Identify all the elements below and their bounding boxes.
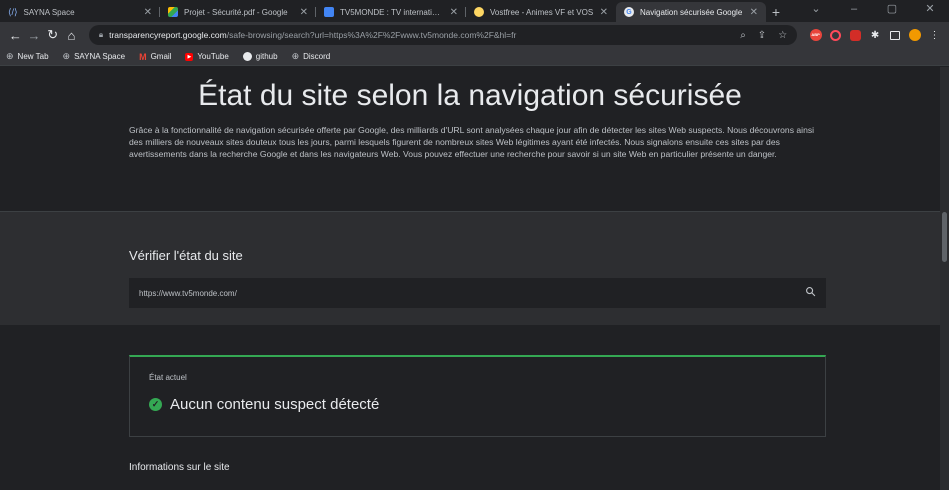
reload-button[interactable]: ↻: [43, 25, 62, 45]
share-icon[interactable]: ⇪: [758, 30, 766, 41]
google-icon: G: [624, 7, 634, 17]
tab-strip: ⟨/⟩ SAYNA Space ✕ Projet - Sécurité.pdf …: [0, 0, 949, 22]
bookmark-new-tab[interactable]: ⊕ New Tab: [6, 51, 49, 62]
address-bar[interactable]: 🔒︎ transparencyreport.google.com /safe-b…: [88, 25, 798, 45]
bookmark-discord[interactable]: ⊕ Discord: [292, 51, 331, 62]
verify-heading: Vérifier l'état du site: [129, 248, 243, 263]
bookmark-label: SAYNA Space: [74, 52, 126, 61]
profile-avatar[interactable]: [906, 26, 923, 44]
menu-button[interactable]: ⋮: [926, 26, 943, 44]
adblock-extension-button[interactable]: ABP: [807, 26, 824, 44]
puzzle-icon: ✱: [870, 29, 880, 41]
zoom-icon[interactable]: ⌕: [740, 30, 746, 41]
bookmark-label: github: [255, 52, 278, 61]
opera-extension-button[interactable]: [827, 26, 844, 44]
tab-title: TV5MONDE : TV internationa: [340, 7, 444, 17]
lock-icon[interactable]: 🔒︎: [99, 30, 103, 40]
tv5monde-icon: [324, 7, 334, 17]
window-controls: ⌄ – ▢ ✕: [797, 0, 949, 20]
bookmark-label: Discord: [303, 52, 331, 61]
omnibox-actions: ⌕ ⇪ ☆: [740, 30, 787, 41]
gmail-icon: M: [139, 51, 147, 62]
arrow-right-icon: →: [27, 27, 41, 43]
close-icon[interactable]: ✕: [300, 7, 308, 18]
search-icon[interactable]: [805, 286, 816, 300]
forward-button[interactable]: →: [25, 25, 44, 45]
check-circle-icon: ✓: [149, 398, 162, 411]
globe-icon: ⊕: [6, 51, 14, 61]
site-info-heading: Informations sur le site: [129, 462, 230, 473]
github-icon: [242, 52, 252, 61]
tab-title: Vostfree - Animes VF et VOS: [490, 7, 594, 17]
reload-icon: ↻: [47, 27, 59, 42]
plus-icon: +: [771, 4, 781, 20]
youtube-icon: ▶: [185, 52, 194, 61]
bookmark-gmail[interactable]: M Gmail: [139, 52, 171, 62]
tab-navigation-securisee[interactable]: G Navigation sécurisée Google ✕: [616, 2, 766, 22]
site-search-box[interactable]: [129, 278, 826, 308]
site-search-input[interactable]: [139, 288, 805, 298]
tab-projet-securite[interactable]: Projet - Sécurité.pdf - Google ✕: [160, 2, 316, 22]
bookmark-label: New Tab: [17, 52, 49, 61]
scrollbar-thumb[interactable]: [942, 212, 947, 262]
url-path: /safe-browsing/search?url=https%3A%2F%2F…: [226, 30, 517, 40]
current-state-label: État actuel: [149, 373, 187, 382]
hero-section: État du site selon la navigation sécuris…: [0, 67, 940, 211]
page-scrollbar[interactable]: [940, 67, 949, 490]
kebab-menu-icon: ⋮: [929, 29, 940, 41]
close-icon[interactable]: ✕: [144, 7, 152, 18]
current-state-value: Aucun contenu suspect détecté: [170, 396, 380, 413]
url-host: transparencyreport.google.com: [109, 30, 227, 40]
google-drive-icon: [168, 7, 178, 17]
new-tab-button[interactable]: +: [766, 2, 786, 22]
vostfree-icon: [474, 7, 484, 17]
side-panel-icon: [889, 30, 900, 40]
side-panel-button[interactable]: [886, 26, 903, 44]
browser-toolbar: ← → ↻ ⌂ 🔒︎ transparencyreport.google.com…: [0, 22, 949, 48]
lastpass-extension-button[interactable]: [847, 26, 864, 44]
bookmark-star-icon[interactable]: ☆: [778, 30, 787, 41]
minimize-button[interactable]: –: [835, 0, 873, 20]
close-icon[interactable]: ✕: [600, 7, 608, 18]
abp-icon: ABP: [809, 29, 822, 41]
bookmark-github[interactable]: github: [242, 52, 278, 61]
bookmark-label: YouTube: [197, 52, 229, 61]
tab-title: Projet - Sécurité.pdf - Google: [184, 7, 288, 17]
tab-sayna-space[interactable]: ⟨/⟩ SAYNA Space ✕: [0, 2, 160, 22]
home-button[interactable]: ⌂: [62, 25, 81, 45]
bookmark-sayna-space[interactable]: ⊕ SAYNA Space: [63, 51, 126, 62]
page-title: État du site selon la navigation sécuris…: [198, 79, 742, 112]
opera-icon: [829, 29, 841, 41]
lastpass-icon: [849, 29, 861, 41]
intro-text: Grâce à la fonctionnalité de navigation …: [129, 125, 815, 159]
back-button[interactable]: ←: [6, 25, 25, 45]
verify-site-section: Vérifier l'état du site: [0, 211, 940, 325]
close-window-button[interactable]: ✕: [911, 0, 949, 20]
tab-title: Navigation sécurisée Google: [640, 7, 743, 17]
tab-tv5monde[interactable]: TV5MONDE : TV internationa ✕: [316, 2, 466, 22]
close-icon[interactable]: ✕: [450, 7, 458, 18]
tab-search-button[interactable]: ⌄: [797, 0, 835, 20]
globe-icon: ⊕: [62, 51, 71, 61]
tab-title: SAYNA Space: [23, 7, 75, 17]
bookmark-label: Gmail: [150, 52, 172, 61]
avatar: [908, 29, 921, 41]
globe-icon: ⊕: [291, 51, 300, 61]
sayna-favicon-icon: ⟨/⟩: [8, 7, 18, 17]
maximize-button[interactable]: ▢: [873, 0, 911, 20]
home-icon: ⌂: [67, 27, 76, 43]
current-state-status: ✓ Aucun contenu suspect détecté: [149, 396, 379, 413]
extensions-button[interactable]: ✱: [867, 26, 884, 44]
bookmark-youtube[interactable]: ▶ YouTube: [185, 52, 229, 61]
page-content: État du site selon la navigation sécuris…: [0, 67, 940, 490]
current-state-card: État actuel ✓ Aucun contenu suspect déte…: [129, 355, 826, 437]
tab-vostfree[interactable]: Vostfree - Animes VF et VOS ✕: [466, 2, 616, 22]
bookmarks-bar: ⊕ New Tab ⊕ SAYNA Space M Gmail ▶ YouTub…: [0, 48, 949, 66]
close-icon[interactable]: ✕: [750, 7, 758, 18]
arrow-left-icon: ←: [8, 27, 22, 43]
